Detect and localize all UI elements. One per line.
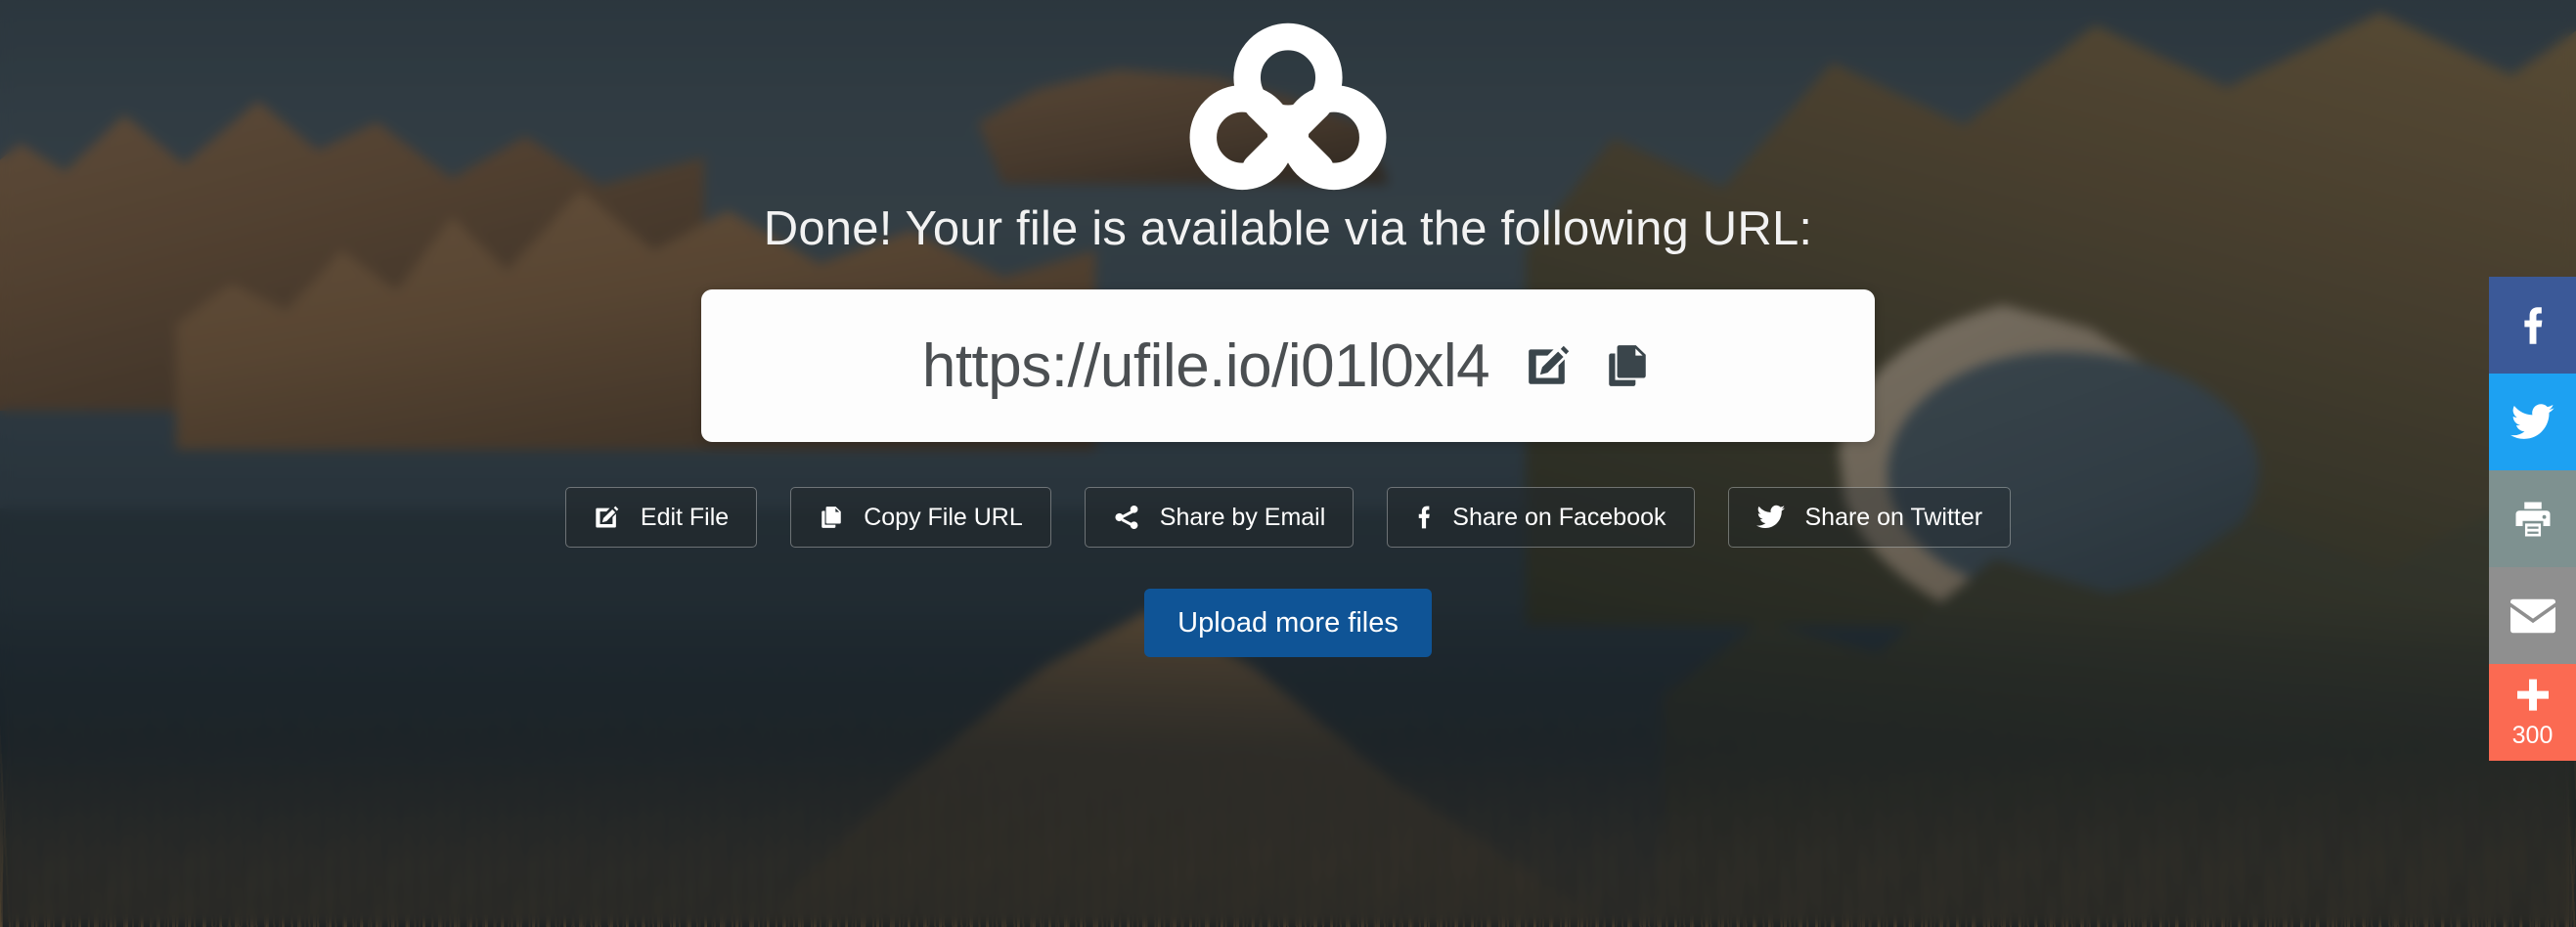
share-bar-facebook[interactable] — [2489, 277, 2576, 374]
share-bar-print[interactable] — [2489, 470, 2576, 567]
envelope-icon — [2509, 598, 2555, 633]
copy-file-url-label: Copy File URL — [864, 503, 1023, 531]
action-button-row: Edit File Copy File URL Share by Email S… — [564, 487, 2012, 548]
share-by-email-button[interactable]: Share by Email — [1084, 487, 1355, 548]
file-url-text[interactable]: https://ufile.io/i01l0xl4 — [922, 331, 1490, 401]
copy-pages-icon — [822, 507, 841, 528]
facebook-f-icon — [1419, 506, 1431, 529]
printer-icon — [2515, 502, 2550, 536]
social-share-bar: 300 — [2489, 277, 2576, 761]
share-bar-more-count: 300 — [2511, 722, 2554, 749]
share-bar-more[interactable]: 300 — [2489, 664, 2576, 761]
twitter-bird-icon — [2509, 403, 2554, 439]
pencil-square-icon — [1529, 345, 1570, 384]
page-root: Done! Your file is available via the fol… — [0, 0, 2576, 927]
share-nodes-icon — [1115, 505, 1138, 530]
twitter-bird-icon — [1755, 505, 1785, 529]
share-by-email-label: Share by Email — [1159, 503, 1326, 531]
edit-url-icon-button[interactable] — [1523, 337, 1576, 394]
share-on-twitter-button[interactable]: Share on Twitter — [1727, 487, 2012, 548]
copy-file-url-button[interactable]: Copy File URL — [790, 487, 1051, 548]
edit-file-label: Edit File — [640, 503, 730, 531]
plus-icon — [2516, 679, 2549, 711]
share-bar-twitter[interactable] — [2489, 374, 2576, 470]
url-card: https://ufile.io/i01l0xl4 — [701, 289, 1875, 442]
url-card-actions — [1523, 337, 1654, 394]
pencil-square-icon — [596, 506, 619, 528]
upload-more-files-button[interactable]: Upload more files — [1144, 589, 1432, 657]
facebook-f-icon — [2523, 306, 2542, 344]
ufile-logo — [1189, 22, 1387, 191]
share-on-facebook-button[interactable]: Share on Facebook — [1387, 487, 1695, 548]
main-content: Done! Your file is available via the fol… — [0, 0, 2576, 927]
copy-pages-icon — [1609, 345, 1646, 386]
copy-url-icon-button[interactable] — [1601, 337, 1654, 394]
page-title: Done! Your file is available via the fol… — [763, 202, 1813, 255]
share-bar-email[interactable] — [2489, 567, 2576, 664]
edit-file-button[interactable]: Edit File — [564, 487, 758, 548]
share-on-twitter-label: Share on Twitter — [1804, 503, 1983, 531]
share-on-facebook-label: Share on Facebook — [1452, 503, 1666, 531]
